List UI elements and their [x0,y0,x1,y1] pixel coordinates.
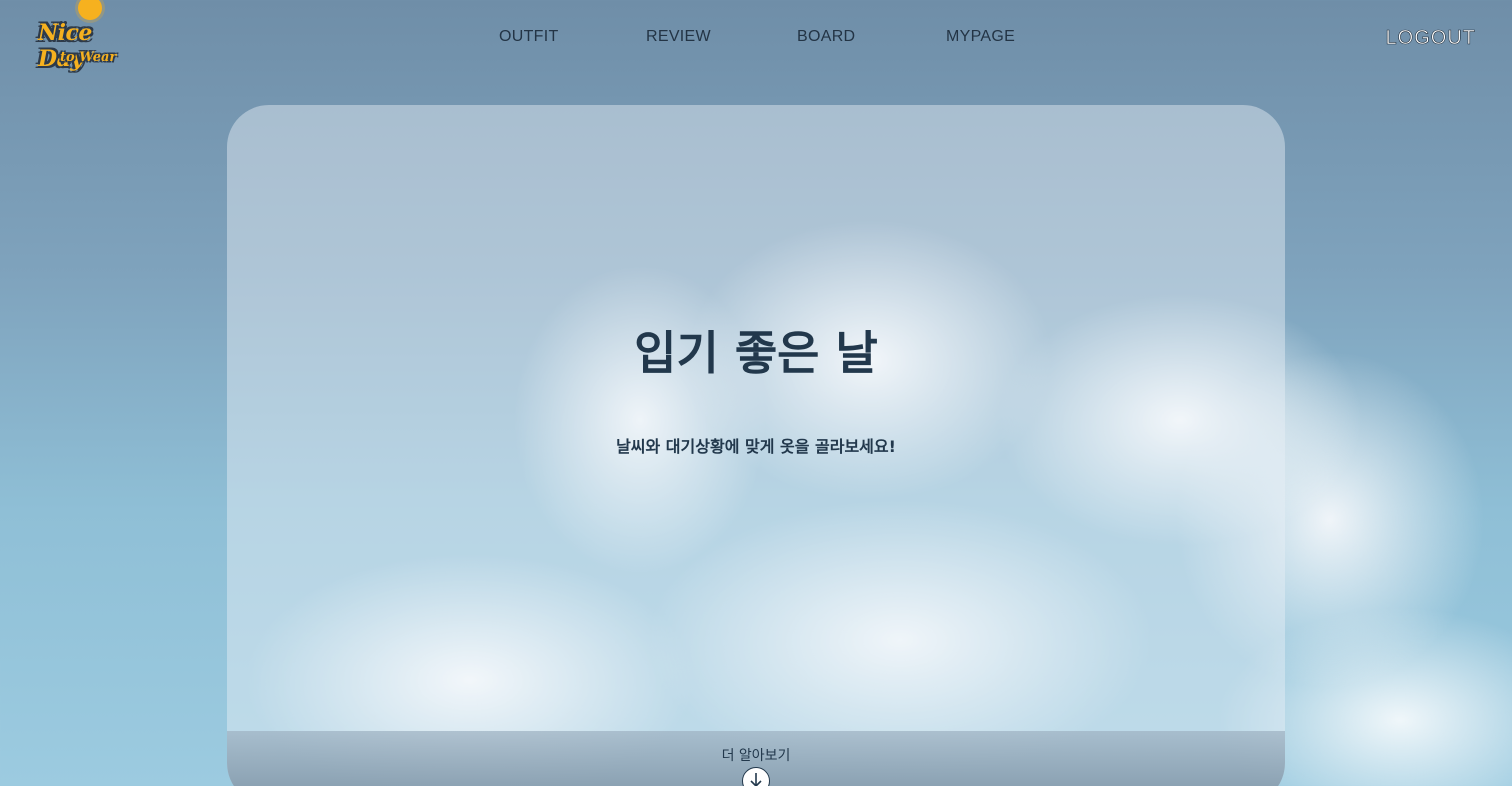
learn-more-label[interactable]: 더 알아보기 [227,745,1285,765]
arrow-down-icon [750,773,762,786]
hero-card: 입기 좋은 날 날씨와 대기상황에 맞게 옷을 골라보세요! 더 알아보기 [227,105,1285,786]
nav-item-mypage[interactable]: MYPAGE [946,28,1015,46]
nav-item-review[interactable]: REVIEW [646,28,711,46]
sun-icon [78,0,102,20]
hero-title: 입기 좋은 날 [634,326,878,380]
nav-item-board[interactable]: BOARD [797,28,855,46]
nav-item-outfit[interactable]: OUTFIT [499,28,559,46]
header: Nice Day to Wear OUTFIT REVIEW BOARD MYP… [0,0,1512,78]
learn-more-bar: 더 알아보기 [227,731,1285,786]
main-nav: OUTFIT REVIEW BOARD MYPAGE [0,28,1512,50]
logout-button[interactable]: LOGOUT [1385,27,1476,50]
learn-more-button[interactable] [742,767,770,786]
hero-subtitle: 날씨와 대기상황에 맞게 옷을 골라보세요! [616,437,896,456]
logo-line2: to Wear [60,50,117,65]
